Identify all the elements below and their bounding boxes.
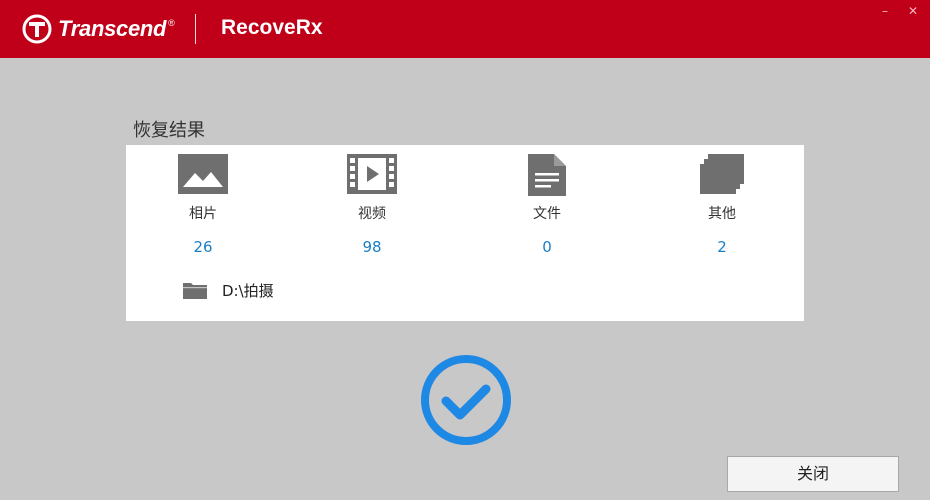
category-count-videos: 98: [362, 238, 382, 256]
category-photos: 相片 26: [143, 145, 263, 256]
category-videos: 视频 98: [312, 145, 432, 256]
checkmark-circle-icon: [421, 355, 511, 445]
category-others: 其他 2: [662, 145, 782, 256]
category-label-documents: 文件: [533, 206, 561, 222]
close-window-button[interactable]: ✕: [904, 4, 922, 18]
photo-icon: [178, 154, 228, 194]
category-count-documents: 0: [542, 238, 552, 256]
brand-name: Transcend: [58, 16, 167, 41]
transcend-logo: Transcend ®: [22, 13, 175, 45]
app-title: RecoveRx: [221, 16, 323, 39]
registered-mark: ®: [168, 18, 175, 28]
category-count-photos: 26: [193, 238, 213, 256]
category-count-others: 2: [717, 238, 727, 256]
category-documents: 文件 0: [487, 145, 607, 256]
other-files-icon: [698, 154, 744, 194]
minimize-button[interactable]: –: [876, 4, 894, 18]
results-card: 相片 26 视频 98 文件 0 其他 2 D:\拍摄: [126, 145, 804, 321]
category-label-videos: 视频: [358, 206, 386, 222]
category-label-photos: 相片: [189, 206, 217, 222]
category-label-others: 其他: [708, 206, 736, 222]
title-divider: [195, 14, 196, 44]
output-path-row[interactable]: D:\拍摄: [182, 278, 274, 302]
folder-icon: [183, 283, 207, 299]
results-title: 恢复结果: [133, 120, 205, 141]
title-bar: Transcend ® RecoveRx – ✕: [0, 0, 930, 58]
video-icon: [347, 154, 397, 194]
document-icon: [528, 154, 566, 196]
close-button[interactable]: 关闭: [727, 456, 899, 492]
output-path: D:\拍摄: [222, 281, 274, 300]
transcend-logo-icon: [22, 14, 52, 44]
